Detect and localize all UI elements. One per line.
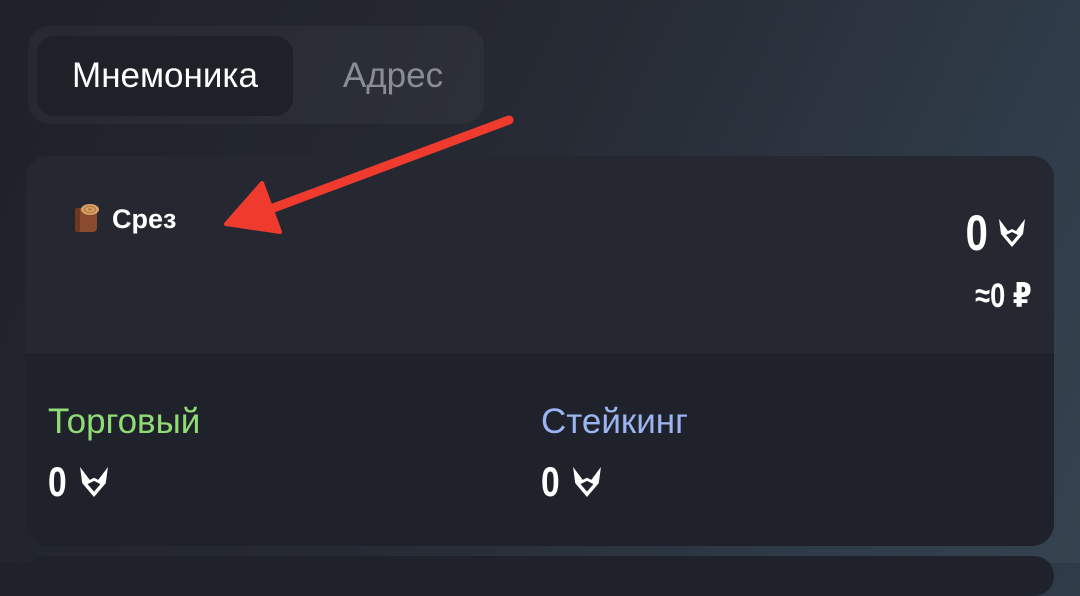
fox-icon: [80, 467, 109, 497]
wallet-name: Срез: [112, 203, 177, 234]
trading-balance: Торговый 0: [48, 400, 200, 506]
trading-value: 0: [48, 458, 67, 505]
wallet-card-header: [26, 156, 1054, 353]
log-icon: [75, 204, 99, 232]
wallet-balance: 0: [960, 204, 1026, 262]
fox-icon: [573, 467, 602, 497]
wallet-name-row: Срез: [72, 202, 176, 236]
trading-label: Торговый: [48, 402, 201, 441]
staking-value: 0: [541, 458, 560, 505]
balance-value: 0: [965, 205, 988, 261]
trading-value-row: 0: [48, 458, 200, 506]
tab-mnemonic[interactable]: Мнемоника: [37, 36, 293, 116]
wallet-source-tabs: Мнемоника Адрес: [28, 26, 484, 124]
staking-label: Стейкинг: [541, 402, 688, 441]
fiat-balance: ≈0 ₽: [975, 277, 1032, 315]
fox-icon: [999, 219, 1025, 247]
staking-value-row: 0: [541, 458, 688, 506]
next-wallet-card[interactable]: [26, 556, 1054, 596]
staking-balance: Стейкинг 0: [541, 400, 688, 506]
wallet-card[interactable]: Срез 0 ≈0 ₽ Торговый 0 Стейкинг 0: [26, 156, 1054, 546]
tab-address[interactable]: Адрес: [318, 36, 468, 116]
